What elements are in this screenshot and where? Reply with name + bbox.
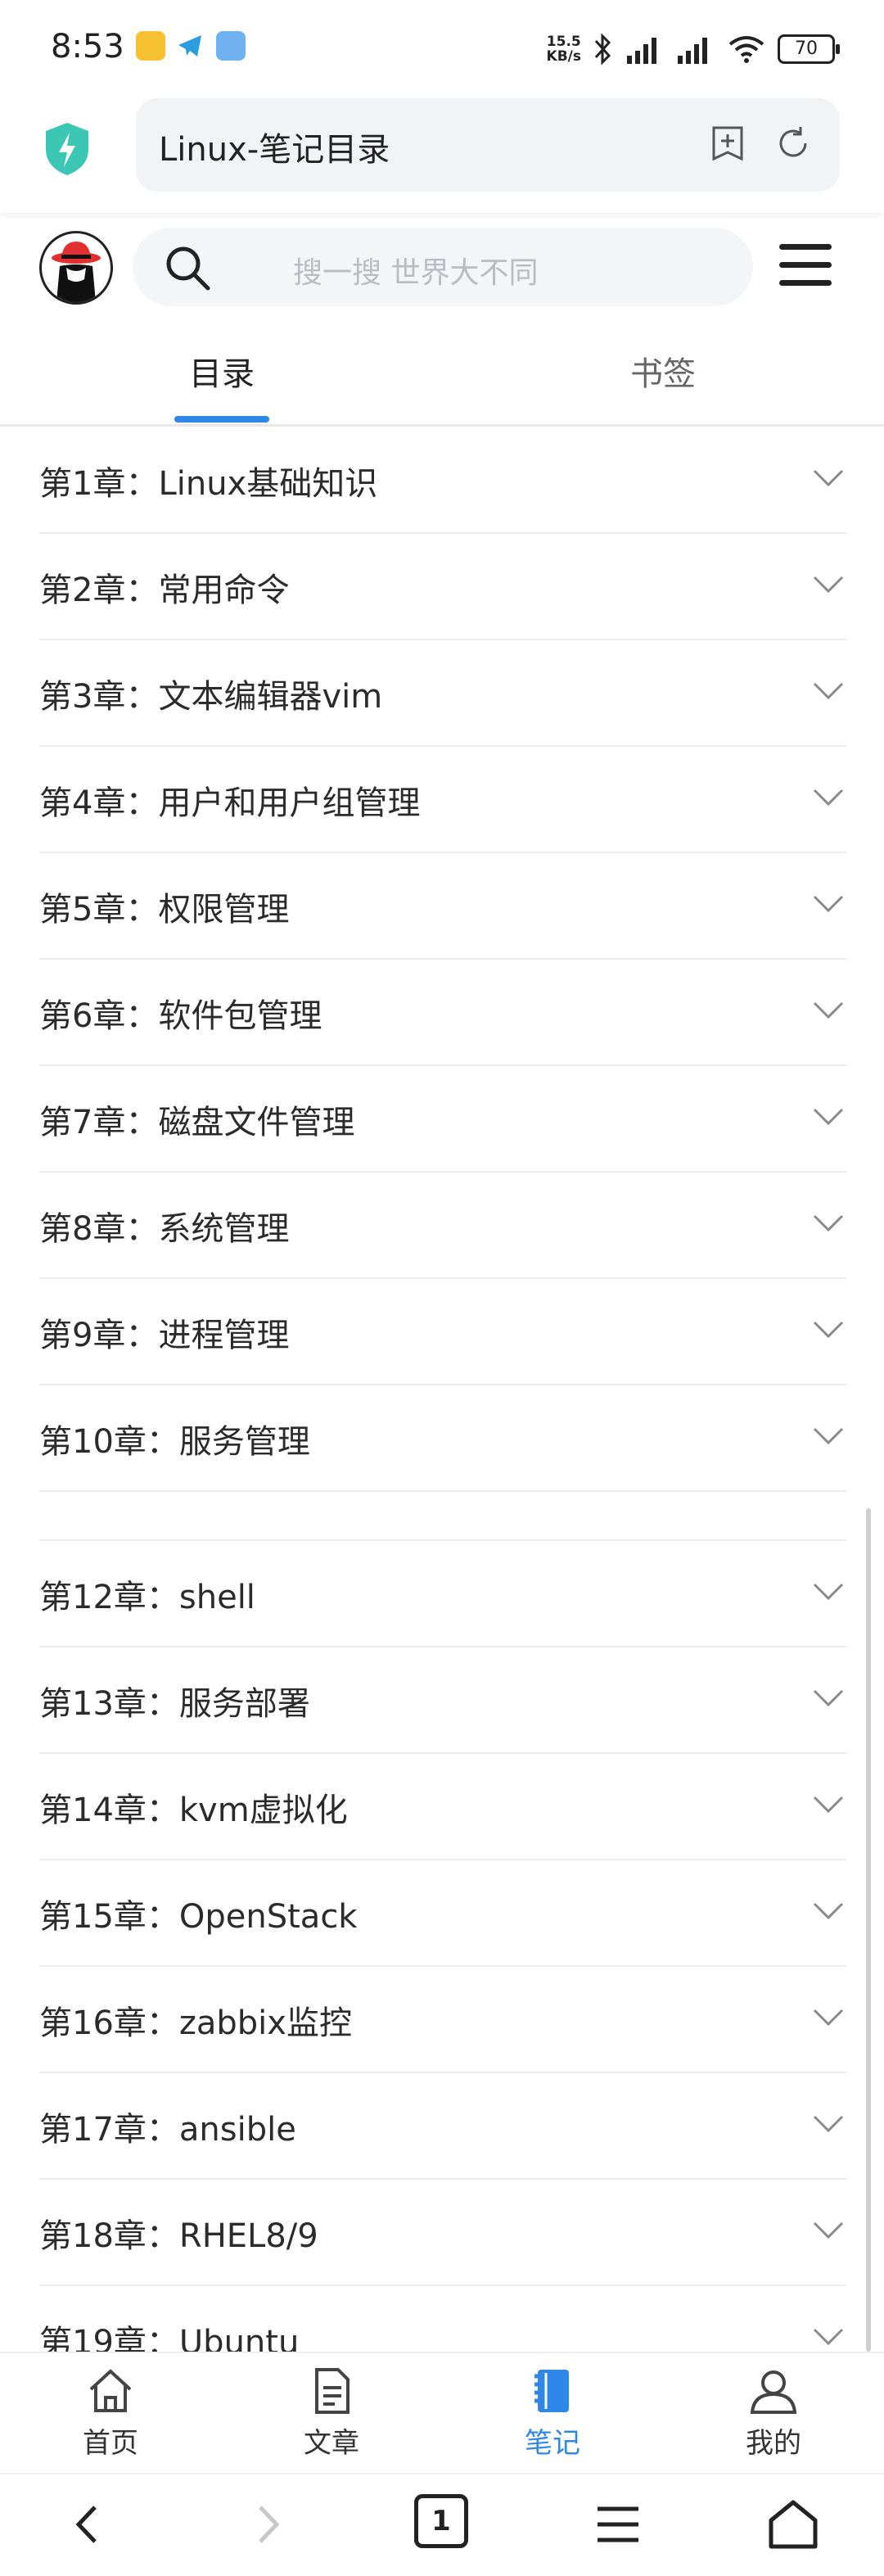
chapter-label: 第7章：磁盘文件管理 [39, 1104, 355, 1141]
add-bookmark-icon[interactable] [707, 123, 748, 164]
chapter-label: 第12章：shell [39, 1579, 255, 1616]
nav-profile[interactable]: 我的 [704, 2365, 843, 2461]
url-title: Linux-笔记目录 [159, 131, 390, 169]
chapter-label: 第3章：文本编辑器vim [39, 678, 383, 716]
chapter-item[interactable]: 第8章：系统管理 [39, 1173, 846, 1279]
status-time: 8:53 [51, 28, 124, 66]
chapter-item[interactable]: 第18章：RHEL8/9 [39, 2180, 846, 2286]
network-speed: 15.5 KB/s [546, 34, 581, 65]
chevron-down-icon[interactable] [812, 1688, 845, 1708]
chapter-item[interactable]: 第4章：用户和用户组管理 [39, 747, 846, 853]
scrollbar[interactable] [866, 1508, 871, 2352]
chapter-label: 第16章：zabbix监控 [39, 2004, 352, 2042]
chapter-item[interactable]: 第9章：进程管理 [39, 1279, 846, 1385]
chapter-item[interactable]: 第17章：ansible [39, 2073, 846, 2180]
notes-app-icon [136, 31, 165, 61]
chapter-label: 第5章：权限管理 [39, 891, 290, 929]
shield-icon[interactable] [43, 121, 92, 177]
chapter-label: 第6章：软件包管理 [39, 997, 322, 1035]
browser-address-bar: Linux-笔记目录 [0, 98, 884, 213]
chapter-label: 第13章：服务部署 [39, 1685, 310, 1723]
chevron-down-icon[interactable] [812, 894, 845, 914]
back-icon[interactable] [61, 2496, 118, 2553]
chapter-label: 第4章：用户和用户组管理 [39, 784, 421, 822]
signal-icon [627, 38, 656, 64]
nav-articles[interactable]: 文章 [262, 2365, 401, 2461]
bluetooth-icon [594, 33, 611, 66]
nav-notes[interactable]: 笔记 [483, 2365, 622, 2461]
active-tab-indicator [174, 416, 269, 423]
notebook-icon [534, 2370, 569, 2412]
chapter-item[interactable]: 第10章：服务管理 [39, 1385, 846, 1492]
telegram-icon [175, 31, 205, 61]
tab-catalog[interactable]: 目录 [189, 347, 255, 395]
chapter-label: 第10章：服务管理 [39, 1423, 310, 1461]
home-button-icon[interactable] [764, 2496, 822, 2553]
chapter-label: 第9章：进程管理 [39, 1317, 290, 1354]
chevron-down-icon[interactable] [812, 575, 845, 594]
refresh-icon[interactable] [773, 123, 814, 164]
status-bar: 8:53 15.5 KB/s 70 [0, 0, 884, 98]
chapter-label: 第14章：kvm虚拟化 [39, 1792, 348, 1829]
chevron-down-icon[interactable] [812, 1107, 845, 1127]
chevron-down-icon[interactable] [812, 2221, 845, 2240]
search-placeholder: 搜一搜 世界大不同 [293, 256, 539, 290]
chapter-item[interactable]: 第13章：服务部署 [39, 1647, 846, 1754]
chevron-down-icon[interactable] [812, 788, 845, 807]
chapter-label: 第17章：ansible [39, 2111, 296, 2149]
weather-app-icon [216, 31, 246, 61]
chapter-item[interactable]: 第14章：kvm虚拟化 [39, 1754, 846, 1860]
chapter-item[interactable]: 第6章：软件包管理 [39, 960, 846, 1066]
chevron-down-icon[interactable] [812, 1213, 845, 1233]
tabs-button[interactable]: 1 [414, 2494, 468, 2548]
home-icon [89, 2369, 132, 2412]
site-logo[interactable] [39, 231, 113, 305]
chapter-label: 第8章：系统管理 [39, 1210, 290, 1248]
chapter-item[interactable]: 第15章：OpenStack [39, 1860, 846, 1967]
chevron-down-icon[interactable] [812, 2008, 845, 2027]
chapter-item[interactable]: 第7章：磁盘文件管理 [39, 1066, 846, 1173]
search-icon[interactable] [164, 244, 211, 291]
tab-bookmarks[interactable]: 书签 [630, 347, 696, 395]
chevron-down-icon[interactable] [812, 2327, 845, 2347]
chevron-down-icon[interactable] [812, 1001, 845, 1020]
chapter-label: 第18章：RHEL8/9 [39, 2217, 318, 2255]
signal-icon-2 [678, 38, 707, 64]
site-header: 搜一搜 世界大不同 [0, 221, 884, 319]
search-input[interactable]: 搜一搜 世界大不同 [133, 228, 753, 306]
chapter-item[interactable]: 第2章：常用命令 [39, 534, 846, 640]
chevron-down-icon[interactable] [812, 1795, 845, 1814]
chevron-down-icon[interactable] [812, 2114, 845, 2134]
chapter-item[interactable]: 第3章：文本编辑器vim [39, 640, 846, 747]
chapter-label: 第15章：OpenStack [39, 1898, 358, 1936]
chevron-down-icon[interactable] [812, 1901, 845, 1921]
list-divider [39, 1492, 846, 1541]
chapter-item[interactable]: 第12章：shell [39, 1541, 846, 1647]
user-icon [750, 2370, 797, 2414]
chapter-item[interactable]: 第1章：Linux基础知识 [39, 427, 846, 534]
hamburger-menu-icon[interactable] [779, 244, 832, 288]
chapter-item[interactable]: 第5章：权限管理 [39, 853, 846, 960]
document-icon [315, 2368, 350, 2414]
chevron-down-icon[interactable] [812, 1426, 845, 1446]
menu-icon[interactable] [589, 2496, 647, 2553]
nav-home[interactable]: 首页 [41, 2365, 180, 2461]
chevron-down-icon[interactable] [812, 681, 845, 701]
chevron-down-icon[interactable] [812, 1320, 845, 1340]
chapter-label: 第1章：Linux基础知识 [39, 465, 378, 503]
chapter-item[interactable]: 第16章：zabbix监控 [39, 1967, 846, 2073]
chevron-down-icon[interactable] [812, 1582, 845, 1602]
browser-toolbar: 1 [0, 2473, 884, 2576]
bottom-nav: 首页 文章 笔记 我的 [0, 2352, 884, 2474]
url-field[interactable]: Linux-笔记目录 [136, 98, 840, 192]
battery-indicator: 70 [778, 34, 840, 64]
forward-icon[interactable] [237, 2496, 295, 2553]
tab-bar: 目录 书签 [0, 328, 884, 427]
chevron-down-icon[interactable] [812, 468, 845, 488]
wifi-icon [728, 36, 764, 63]
chapter-list: 第1章：Linux基础知识 第2章：常用命令 第3章：文本编辑器vim 第4章：… [39, 427, 846, 2393]
chapter-label: 第2章：常用命令 [39, 572, 290, 609]
